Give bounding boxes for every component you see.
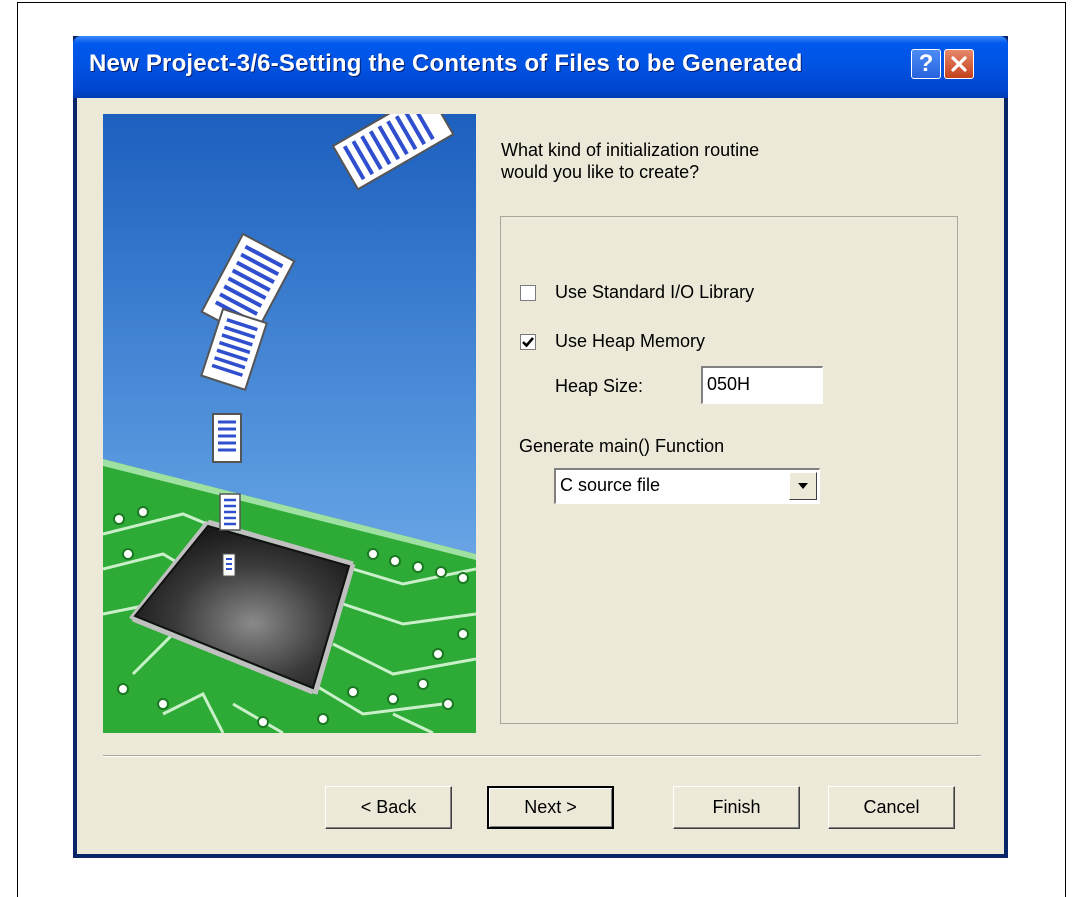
checkmark-icon xyxy=(522,337,534,348)
finish-button[interactable]: Finish xyxy=(673,786,800,829)
heap-size-input[interactable]: 050H xyxy=(701,366,823,404)
std-io-label[interactable]: Use Standard I/O Library xyxy=(555,282,754,303)
std-io-checkbox[interactable] xyxy=(520,285,536,301)
cancel-button-label: Cancel xyxy=(863,797,920,817)
help-button[interactable]: ? xyxy=(911,49,941,79)
heap-memory-label[interactable]: Use Heap Memory xyxy=(555,331,705,352)
chevron-down-icon xyxy=(798,483,808,489)
dialog-body: What kind of initialization routine woul… xyxy=(77,98,1004,854)
next-button[interactable]: Next > xyxy=(487,786,614,829)
dropdown-selected-value: C source file xyxy=(560,475,661,495)
back-button-label: < Back xyxy=(360,797,417,817)
heap-size-label: Heap Size: xyxy=(555,376,644,396)
instruction-text: What kind of initialization routine woul… xyxy=(501,139,861,183)
separator xyxy=(103,755,981,757)
generate-main-dropdown[interactable]: C source file xyxy=(554,468,820,504)
dropdown-arrow-button[interactable] xyxy=(789,472,817,500)
instruction-line-2: would you like to create? xyxy=(501,162,700,182)
close-icon xyxy=(951,56,967,72)
instruction-line-1: What kind of initialization routine xyxy=(501,140,760,160)
wizard-illustration xyxy=(103,114,476,733)
dialog-title: New Project-3/6-Setting the Contents of … xyxy=(89,50,803,77)
close-button[interactable] xyxy=(944,49,974,79)
back-button[interactable]: < Back xyxy=(325,786,452,829)
title-bar[interactable]: New Project-3/6-Setting the Contents of … xyxy=(73,36,1008,98)
heap-memory-checkbox[interactable] xyxy=(520,334,536,350)
next-button-label: Next > xyxy=(524,797,577,817)
help-icon: ? xyxy=(918,50,934,77)
generate-main-label: Generate main() Function xyxy=(519,436,725,456)
cancel-button[interactable]: Cancel xyxy=(828,786,955,829)
finish-button-label: Finish xyxy=(712,797,761,817)
new-project-dialog: New Project-3/6-Setting the Contents of … xyxy=(73,36,1008,858)
